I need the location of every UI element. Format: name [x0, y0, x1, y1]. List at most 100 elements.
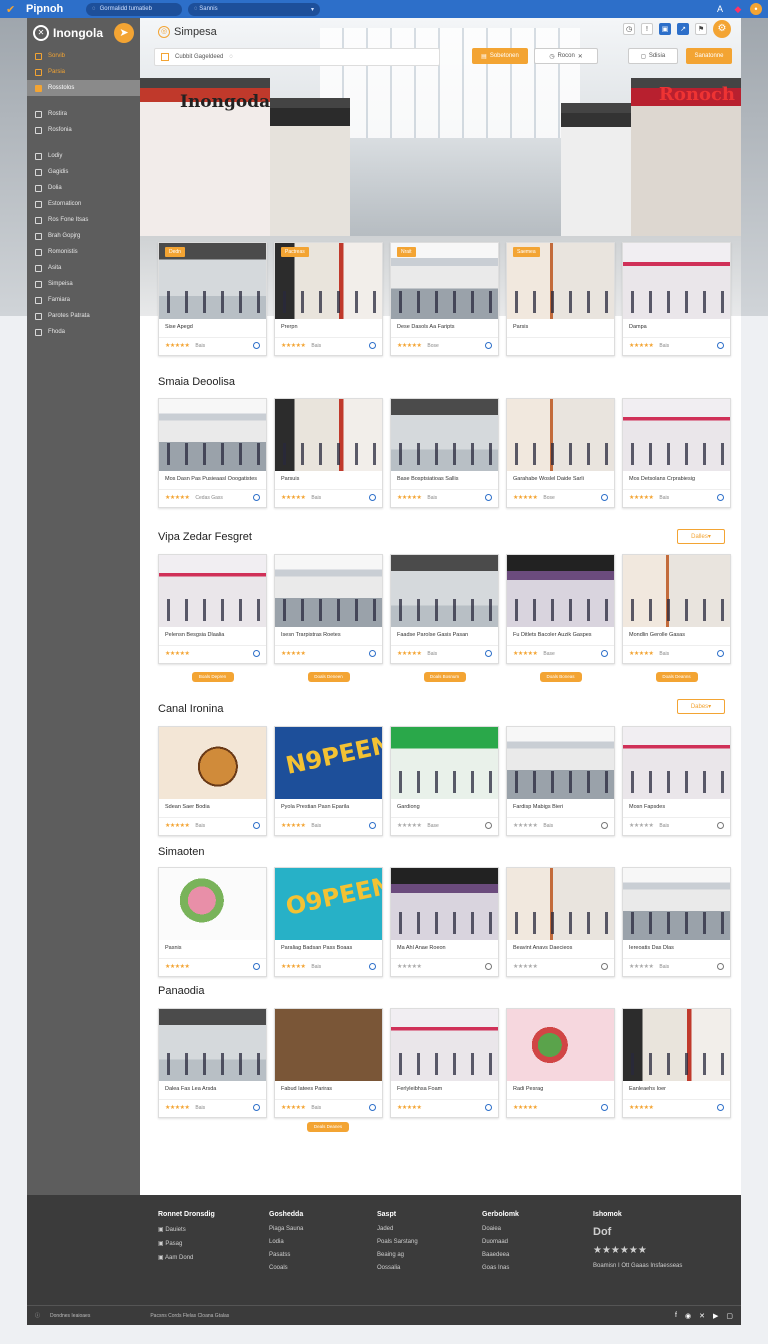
search-input[interactable]: Cubbit Gageldeed ◌	[154, 48, 440, 66]
address-bar[interactable]: ◌ Gormalidd tumatieb	[86, 2, 182, 16]
product-card[interactable]: Parsuis ★★★★★ Bais	[274, 398, 383, 508]
info-icon[interactable]	[717, 342, 724, 349]
info-icon[interactable]	[601, 822, 608, 829]
info-icon[interactable]	[369, 494, 376, 501]
product-card[interactable]: Fabud Iatees Pariras ★★★★★ Bais	[274, 1008, 383, 1118]
sidebar-item[interactable]: Simpeisa	[27, 276, 140, 292]
product-card[interactable]: Faadse Parolse Gasis Pasan ★★★★★ Bais	[390, 554, 499, 664]
deal-button[interactable]: Doals Bosnum	[423, 672, 466, 682]
deal-button[interactable]: Doals Boneas	[539, 672, 582, 682]
info-icon[interactable]	[717, 494, 724, 501]
sidebar-item[interactable]: Romonistis	[27, 244, 140, 260]
youtube-icon[interactable]: ▶	[713, 1312, 718, 1320]
info-icon[interactable]	[253, 822, 260, 829]
info-icon[interactable]	[253, 963, 260, 970]
product-card[interactable]: Dalea Fas Lea Arsda ★★★★★ Bais	[158, 1008, 267, 1118]
sidebar-item[interactable]: Rostira	[27, 106, 140, 122]
info-icon[interactable]	[717, 650, 724, 657]
info-icon[interactable]	[485, 494, 492, 501]
info-icon[interactable]	[369, 650, 376, 657]
sidebar-item[interactable]: Parsia	[27, 64, 140, 80]
product-card[interactable]: Eanleaehs Ioer ★★★★★	[622, 1008, 731, 1118]
primary-button[interactable]: ▤ Sobetonen	[472, 48, 528, 64]
sidebar-item[interactable]: Parotes Patrata	[27, 308, 140, 324]
product-card[interactable]: O9PEEN Paraliag Badsan Pass Boaas ★★★★★ Bai…	[274, 867, 383, 977]
secondary-button[interactable]: ◻ Sdisia	[628, 48, 678, 64]
info-icon[interactable]	[253, 494, 260, 501]
sidebar-item[interactable]: Brah Gopjrg	[27, 228, 140, 244]
info-icon[interactable]	[485, 342, 492, 349]
sidebar-item[interactable]: Rosfonia	[27, 122, 140, 138]
info-icon[interactable]	[485, 822, 492, 829]
user-icon[interactable]: A	[714, 3, 726, 15]
deal-button[interactable]: Deals Deanes	[307, 1122, 349, 1132]
product-card[interactable]: Pelensn Besgsia Dlaalia ★★★★★	[158, 554, 267, 664]
notification-icon[interactable]: ◆	[732, 3, 744, 15]
footer-link[interactable]: ▣ Dauiets	[158, 1226, 215, 1233]
product-card[interactable]: Dedn Sise Apegd ★★★★★ Bais	[158, 242, 267, 356]
sidebar-item[interactable]: Fhoda	[27, 324, 140, 340]
product-card[interactable]: Iereoatis Das Dlas ★★★★★ Bais	[622, 867, 731, 977]
info-icon[interactable]	[369, 963, 376, 970]
info-icon[interactable]	[601, 494, 608, 501]
sidebar-item[interactable]: Famiara	[27, 292, 140, 308]
footer-link[interactable]: Piaga Sauna	[269, 1226, 303, 1232]
sidebar-item[interactable]: Lodiy	[27, 148, 140, 164]
info-icon[interactable]	[485, 650, 492, 657]
footer-link[interactable]: Jaded	[377, 1226, 418, 1232]
sidebar-item[interactable]: Ros Fone Itsas	[27, 212, 140, 228]
product-card[interactable]: Pactreas Prerpn ★★★★★ Bais	[274, 242, 383, 356]
product-card[interactable]: Fardisp Mabigs Bieri ★★★★★ Bais	[506, 726, 615, 836]
secondary-button[interactable]: ◷ Rocon ✕	[534, 48, 598, 64]
info-icon[interactable]	[253, 1104, 260, 1111]
product-card[interactable]: Radi Pesrag ★★★★★	[506, 1008, 615, 1118]
product-card[interactable]: Mos Detsolans Crprabiesig ★★★★★ Bais	[622, 398, 731, 508]
sidebar-item[interactable]: Estornaticon	[27, 196, 140, 212]
footer-link[interactable]: Baaedeea	[482, 1252, 519, 1258]
product-card[interactable]: Gardiong ★★★★★ Base	[390, 726, 499, 836]
info-icon[interactable]	[601, 650, 608, 657]
footer-link[interactable]: ▣ Pasag	[158, 1240, 215, 1247]
product-card[interactable]: Beavint Anavs Daecieos ★★★★★	[506, 867, 615, 977]
alert-icon[interactable]: !	[641, 23, 653, 35]
profile-avatar[interactable]: •	[750, 3, 762, 15]
facebook-icon[interactable]: f	[675, 1312, 677, 1320]
info-icon[interactable]	[601, 1104, 608, 1111]
info-icon[interactable]	[369, 1104, 376, 1111]
footer-link[interactable]: Oossalia	[377, 1265, 418, 1271]
info-icon[interactable]	[253, 342, 260, 349]
sidebar-item[interactable]: Gagidis	[27, 164, 140, 180]
product-card[interactable]: Mos Dasn Pas Pusieaasl Ooogatistes ★★★★★ C…	[158, 398, 267, 508]
section-filter-button[interactable]: Dabes ▾	[677, 699, 725, 714]
cta-button[interactable]: Sanatonne	[686, 48, 732, 64]
search-tab[interactable]: ◌ Sannis ▾	[188, 2, 320, 16]
info-icon[interactable]	[369, 822, 376, 829]
share-icon[interactable]: ▢	[726, 1312, 733, 1320]
info-icon[interactable]	[369, 342, 376, 349]
footer-link[interactable]: Goas Inas	[482, 1265, 519, 1271]
product-card[interactable]: Ma Ahl Anae Roeon ★★★★★	[390, 867, 499, 977]
product-card[interactable]: Nrait Dese Dasols Aa Faripts ★★★★★ Bose	[390, 242, 499, 356]
product-card[interactable]: Dampa ★★★★★ Bais	[622, 242, 731, 356]
info-icon[interactable]	[485, 963, 492, 970]
footer-link[interactable]: Duomaad	[482, 1239, 519, 1245]
settings-icon[interactable]: ⚙	[713, 20, 731, 38]
product-card[interactable]: N9PEEN Pyola Prestian Pasn Eparila ★★★★★ Ba…	[274, 726, 383, 836]
product-card[interactable]: Fu Ditlets Bacoler Auzik Gaspes ★★★★★ Base	[506, 554, 615, 664]
sidebar-item[interactable]: Rosstolos	[27, 80, 140, 96]
share-icon[interactable]: ↗	[677, 23, 689, 35]
product-card[interactable]: Sdean Saer Bodia ★★★★★ Bais	[158, 726, 267, 836]
info-icon[interactable]	[485, 1104, 492, 1111]
bookmark-icon[interactable]: ▣	[659, 23, 671, 35]
sidebar-item[interactable]: Sorvib	[27, 48, 140, 64]
footer-link[interactable]: Lodia	[269, 1239, 303, 1245]
sidebar-item[interactable]: Asita	[27, 260, 140, 276]
product-card[interactable]: Mosn Fapsdes ★★★★★ Bais	[622, 726, 731, 836]
deal-button[interactable]: Boals Depren	[191, 672, 234, 682]
info-icon[interactable]	[717, 1104, 724, 1111]
sidebar-item[interactable]: Dolia	[27, 180, 140, 196]
product-card[interactable]: Saemea Parsis	[506, 242, 615, 356]
info-icon[interactable]	[717, 822, 724, 829]
footer-link[interactable]: Pasatss	[269, 1252, 303, 1258]
footer-links[interactable]: Pacsns Cords Flelas Cloana Gtalas	[150, 1313, 229, 1319]
